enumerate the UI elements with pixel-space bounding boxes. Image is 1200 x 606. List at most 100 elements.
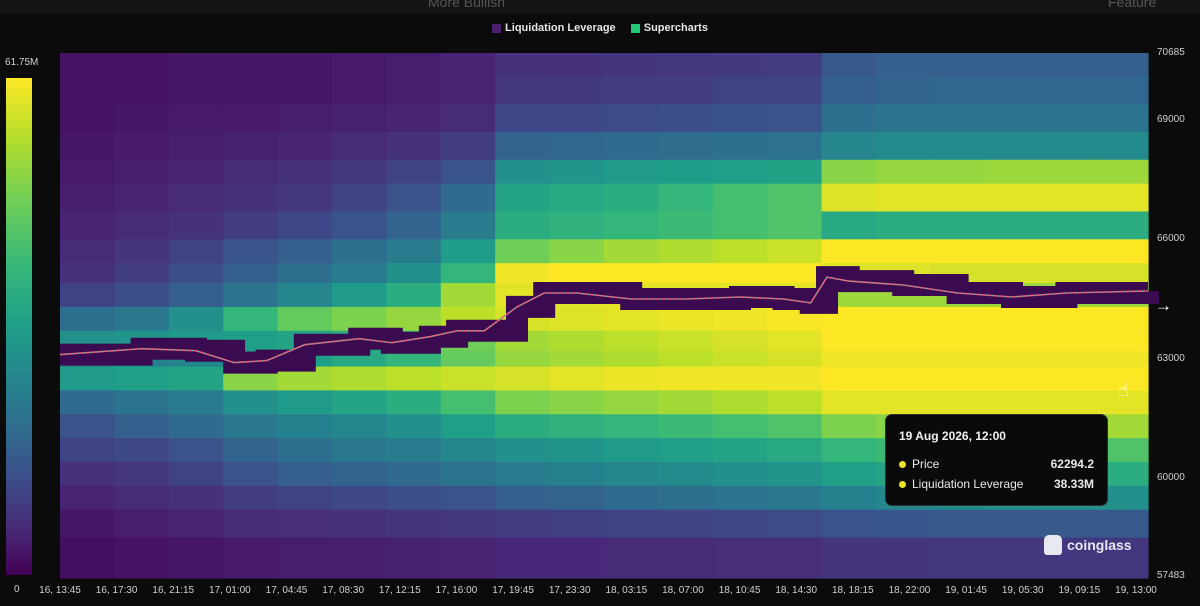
heatmap-cell — [332, 462, 387, 487]
heatmap-cell — [277, 509, 333, 539]
heatmap-cell — [984, 211, 1040, 240]
heatmap-cell — [168, 263, 224, 284]
heatmap-cell — [114, 131, 170, 161]
tooltip-dot-icon — [899, 460, 906, 468]
x-tick-label: 18, 14:30 — [775, 585, 818, 596]
heatmap-cell — [1039, 159, 1095, 185]
heatmap-cell — [277, 239, 333, 264]
heatmap-cell — [60, 104, 115, 133]
heatmap-cell — [168, 462, 224, 487]
heatmap-cell — [386, 438, 442, 463]
heatmap-cell — [60, 283, 115, 308]
heatmap-cell — [1093, 306, 1149, 332]
heatmap-cell — [712, 306, 768, 332]
tooltip-row-liquidation-leverage: Liquidation Leverage 38.33M — [899, 477, 1094, 491]
heatmap-cell — [60, 183, 115, 213]
heatmap-cell — [930, 306, 986, 332]
heatmap-cell — [114, 509, 170, 539]
heatmap-cell — [604, 306, 659, 332]
heatmap-cell — [604, 53, 659, 77]
heatmap-cell — [495, 53, 551, 77]
heatmap-cell — [386, 283, 442, 308]
arrow-right-icon[interactable]: → — [1155, 296, 1172, 316]
heatmap-cell — [332, 104, 387, 133]
heatmap-cell — [658, 462, 714, 487]
brand-name: coinglass — [1067, 537, 1132, 553]
heatmap-cell — [1039, 104, 1095, 133]
heatmap-cell — [223, 390, 279, 415]
heatmap-cell — [876, 366, 931, 392]
heatmap-cell — [114, 283, 170, 308]
heatmap-cell — [386, 131, 442, 161]
heatmap-cell — [332, 239, 387, 264]
heatmap-cell — [495, 263, 551, 284]
heatmap-cell — [168, 104, 224, 133]
heatmap-cell — [223, 462, 279, 487]
heatmap-cell — [821, 414, 877, 439]
heatmap-cell — [440, 76, 496, 105]
heatmap-cell — [712, 350, 768, 368]
heatmap-cell — [984, 350, 1040, 368]
heatmap-cell — [549, 390, 605, 415]
heatmap-cell — [930, 76, 986, 105]
heatmap-cell — [876, 509, 931, 539]
heatmap-cell — [549, 104, 605, 133]
heatmap-cell — [277, 283, 333, 308]
heatmap-cell — [223, 537, 279, 579]
heatmap-cell — [876, 211, 931, 240]
heatmap-cell — [604, 509, 659, 539]
heatmap-cell — [223, 131, 279, 161]
heatmap-cell — [440, 485, 496, 511]
heatmap-cell — [604, 131, 659, 161]
heatmap-cell — [386, 76, 442, 105]
heatmap-cell — [114, 159, 170, 185]
heatmap-cell — [604, 438, 659, 463]
heatmap-cell — [876, 159, 931, 185]
heatmap-cell — [332, 414, 387, 439]
heatmap-cell — [876, 239, 931, 264]
heatmap-cell — [821, 537, 877, 579]
heatmap-cell — [440, 239, 496, 264]
heatmap-cell — [1093, 211, 1149, 240]
heatmap-cell — [168, 537, 224, 579]
heatmap-cell — [712, 263, 768, 284]
heatmap-cell — [767, 414, 823, 439]
heatmap-cell — [440, 104, 496, 133]
x-tick-label: 18, 07:00 — [662, 585, 704, 596]
heatmap-cell — [767, 330, 823, 352]
heatmap-cell — [495, 350, 551, 368]
heatmap-cell — [495, 239, 551, 264]
heatmap-cell — [658, 390, 714, 415]
heatmap-cell — [168, 211, 224, 240]
x-tick-label: 19, 05:30 — [1001, 585, 1044, 596]
x-tick-label: 16, 17:30 — [95, 585, 138, 596]
heatmap-cell — [495, 509, 551, 539]
heatmap-cell — [114, 239, 170, 264]
heatmap-cell — [549, 350, 605, 368]
heatmap-cell — [604, 390, 659, 415]
heatmap-cell — [1093, 509, 1149, 539]
heatmap-cell — [1039, 76, 1095, 105]
heatmap-cell — [984, 239, 1040, 264]
heatmap-cell — [60, 537, 115, 579]
heatmap-cell — [876, 350, 931, 368]
heatmap-cell — [712, 509, 768, 539]
heatmap-cell — [277, 390, 333, 415]
heatmap-cell — [223, 414, 279, 439]
heatmap-cell — [984, 306, 1040, 332]
heatmap-cell — [604, 211, 659, 240]
heatmap-cell — [1039, 263, 1095, 284]
heatmap-cell — [767, 462, 823, 487]
heatmap-cell — [930, 509, 986, 539]
heatmap-cell — [386, 183, 442, 213]
heatmap-cell — [223, 159, 279, 185]
heatmap-cell — [712, 159, 768, 185]
heatmap-cell — [223, 104, 279, 133]
heatmap-cell — [440, 183, 496, 213]
liquidation-heatmap[interactable] — [0, 0, 1200, 606]
heatmap-cell — [767, 350, 823, 368]
heatmap-cell — [712, 239, 768, 264]
heatmap-cell — [658, 350, 714, 368]
y-tick-label: 63000 — [1157, 352, 1185, 364]
heatmap-cell — [549, 306, 605, 332]
